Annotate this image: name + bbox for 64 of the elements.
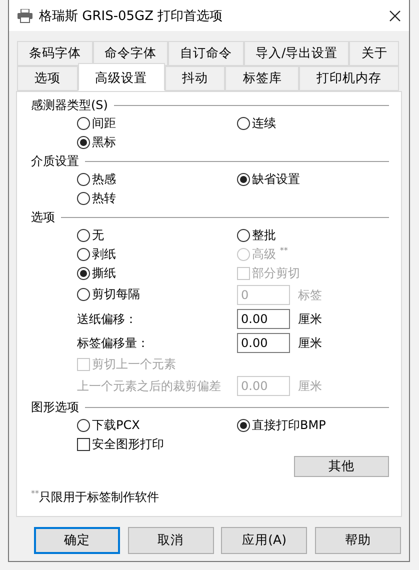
radio-label: 撕纸 xyxy=(92,265,116,282)
radio-label: 下载PCX xyxy=(92,416,140,434)
checkbox-label: 部分剪切 xyxy=(252,264,300,282)
dialog-button[interactable]: 取消 xyxy=(128,527,214,554)
tab[interactable]: 关于 xyxy=(349,41,400,66)
tab[interactable]: 标签库 xyxy=(225,66,300,91)
window-title: 格瑞斯 GRIS-05GZ 打印首选项 xyxy=(39,8,224,24)
group-title: 图形选项 xyxy=(31,398,79,416)
dialog-button[interactable]: 帮助 xyxy=(314,527,401,554)
radio-button[interactable] xyxy=(77,136,90,149)
unit-label: 标签 xyxy=(298,286,322,304)
radio-label: 间距 xyxy=(92,114,116,132)
close-icon[interactable] xyxy=(389,10,401,22)
printer-icon xyxy=(17,8,33,22)
group-title: 选项 xyxy=(31,208,55,226)
input-field: 0.00 xyxy=(237,376,290,396)
radio-label: 整批 xyxy=(252,226,276,244)
radio-button[interactable] xyxy=(77,418,90,432)
footnote: $^{**}$只限用于标签制作软件 xyxy=(31,489,160,506)
radio-button[interactable] xyxy=(237,173,250,186)
radio-button[interactable] xyxy=(77,288,90,301)
field-label: 标签偏移量： xyxy=(77,336,149,350)
radio-label: 剥纸 xyxy=(92,246,116,262)
dialog-button[interactable]: 应用(A) xyxy=(221,527,308,554)
radio-label: 连续 xyxy=(252,114,276,132)
radio-button[interactable] xyxy=(77,228,90,242)
radio-label: 高级 $^{**}$ xyxy=(252,246,288,262)
tab[interactable]: 自订命令 xyxy=(168,41,244,66)
radio-label: 黑标 xyxy=(92,134,116,151)
input-field[interactable]: 0.00 xyxy=(237,333,290,353)
tab[interactable]: 打印机内存 xyxy=(299,66,399,91)
dialog-button[interactable]: 确定 xyxy=(34,527,120,554)
group-title: 感测器类型(S) xyxy=(31,96,108,114)
radio-label: 无 xyxy=(92,226,104,244)
input-field[interactable]: 0.00 xyxy=(237,309,290,329)
field-label: 送纸偏移： xyxy=(77,312,137,326)
tab[interactable]: 高级设置 xyxy=(78,63,165,91)
tab[interactable]: 条码字体 xyxy=(17,41,93,66)
unit-label: 厘米 xyxy=(298,334,322,352)
radio-button[interactable] xyxy=(237,228,250,242)
radio-label: 热感 xyxy=(92,170,116,188)
checkbox-label: 剪切上一个元素 xyxy=(92,356,176,372)
radio-button[interactable] xyxy=(77,116,90,130)
tab[interactable]: 选项 xyxy=(17,66,78,91)
field-label: 上一个元素之后的裁剪偏差 xyxy=(77,378,221,392)
radio-button[interactable] xyxy=(77,248,90,260)
other-button[interactable]: 其他 xyxy=(294,456,389,477)
checkbox-label: 安全图形打印 xyxy=(92,436,164,452)
group-title: 介质设置 xyxy=(31,152,79,170)
radio-button[interactable] xyxy=(237,419,250,432)
radio-button[interactable] xyxy=(237,116,250,130)
radio-label: 剪切每隔 xyxy=(92,286,140,303)
radio-button[interactable] xyxy=(77,192,90,204)
radio-label: 直接打印BMP xyxy=(252,417,326,434)
unit-label: 厘米 xyxy=(298,378,322,394)
radio-button[interactable] xyxy=(77,267,90,280)
unit-label: 厘米 xyxy=(298,310,322,328)
tab[interactable]: 导入/导出设置 xyxy=(244,41,350,66)
tab[interactable]: 抖动 xyxy=(164,66,226,91)
checkbox[interactable] xyxy=(77,438,90,450)
radio-label: 热转 xyxy=(92,190,116,206)
radio-label: 缺省设置 xyxy=(252,171,300,188)
radio-button[interactable] xyxy=(77,172,90,186)
input-field: 0 xyxy=(237,285,290,305)
